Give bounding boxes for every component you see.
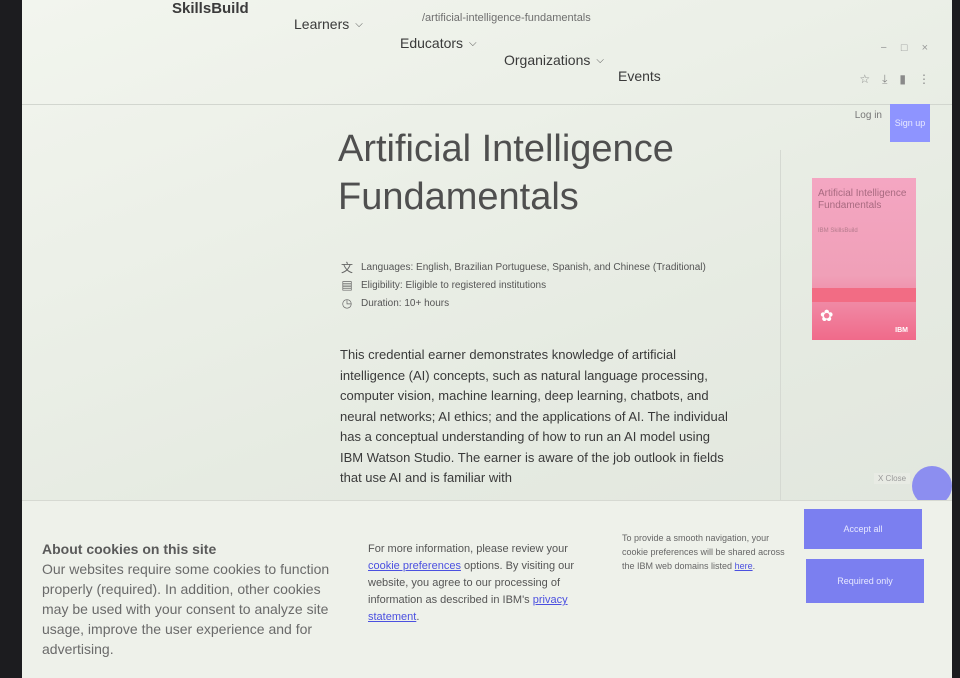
cookie-domains-text: To provide a smooth navigation, your coo… <box>622 533 785 571</box>
site-header: SkillsBuild Learners ⌵ Educators ⌵ Organ… <box>22 0 952 100</box>
page-title: Artificial Intelligence Fundamentals <box>338 128 674 218</box>
accept-all-button[interactable]: Accept all <box>804 509 922 549</box>
chevron-down-icon: ⌵ <box>469 37 477 49</box>
languages-text: Languages: English, Brazilian Portuguese… <box>361 261 706 273</box>
nav-educators[interactable]: Educators ⌵ <box>400 35 477 51</box>
building-icon: ▤ <box>341 278 353 292</box>
ibm-logo: IBM <box>895 327 908 334</box>
cookie-info: For more information, please review your… <box>368 541 588 626</box>
chevron-down-icon: ⌵ <box>355 18 363 30</box>
cookie-domains: To provide a smooth navigation, your coo… <box>622 531 792 573</box>
brand-logo[interactable]: SkillsBuild <box>172 0 249 17</box>
cookie-banner: About cookies on this site Our websites … <box>22 500 952 678</box>
nav-events-label: Events <box>618 68 661 84</box>
nav-organizations-label: Organizations <box>504 52 591 68</box>
screen: /artificial-intelligence-fundamentals − … <box>22 0 952 678</box>
duration-row: ◷ Duration: 10+ hours <box>340 294 706 312</box>
course-thumbnail: Artificial Intelligence Fundamentals IBM… <box>812 178 916 340</box>
thumbnail-title: Artificial Intelligence Fundamentals <box>818 188 907 211</box>
brain-icon: ✿ <box>820 308 834 325</box>
domains-here-link[interactable]: here <box>735 561 753 571</box>
course-meta: 文 Languages: English, Brazilian Portugue… <box>340 258 706 312</box>
nav-learners-label: Learners <box>294 16 350 32</box>
cookie-body: Our websites require some cookies to fun… <box>42 561 330 657</box>
cookie-heading: About cookies on this site <box>42 541 217 557</box>
header-divider <box>22 104 952 105</box>
login-link[interactable]: Log in <box>855 110 882 121</box>
required-only-button[interactable]: Required only <box>806 559 924 603</box>
side-divider <box>780 150 781 500</box>
languages-row: 文 Languages: English, Brazilian Portugue… <box>340 258 706 276</box>
translate-icon: 文 <box>340 260 353 275</box>
thumbnail-band <box>812 288 916 302</box>
thumbnail-subtitle: IBM SkillsBuild <box>818 228 858 234</box>
duration-text: Duration: 10+ hours <box>361 297 450 309</box>
course-description: This credential earner demonstrates know… <box>340 347 728 485</box>
eligibility-row: ▤ Eligibility: Eligible to registered in… <box>340 276 706 294</box>
signup-button[interactable]: Sign up <box>890 104 930 142</box>
eligibility-text: Eligibility: Eligible to registered inst… <box>361 279 547 291</box>
nav-organizations[interactable]: Organizations ⌵ <box>504 52 604 68</box>
chevron-down-icon: ⌵ <box>596 54 604 66</box>
nav-events[interactable]: Events <box>618 68 661 84</box>
close-chip[interactable]: X Close <box>874 473 911 484</box>
cookie-info-text-3: . <box>416 611 420 623</box>
clock-icon: ◷ <box>341 296 353 310</box>
nav-learners[interactable]: Learners ⌵ <box>294 16 363 32</box>
cookie-preferences-link[interactable]: cookie preferences <box>368 560 461 572</box>
cookie-domains-end: . <box>752 561 756 571</box>
nav-educators-label: Educators <box>400 35 464 51</box>
cookie-info-text-1: For more information, please review your <box>368 543 568 555</box>
